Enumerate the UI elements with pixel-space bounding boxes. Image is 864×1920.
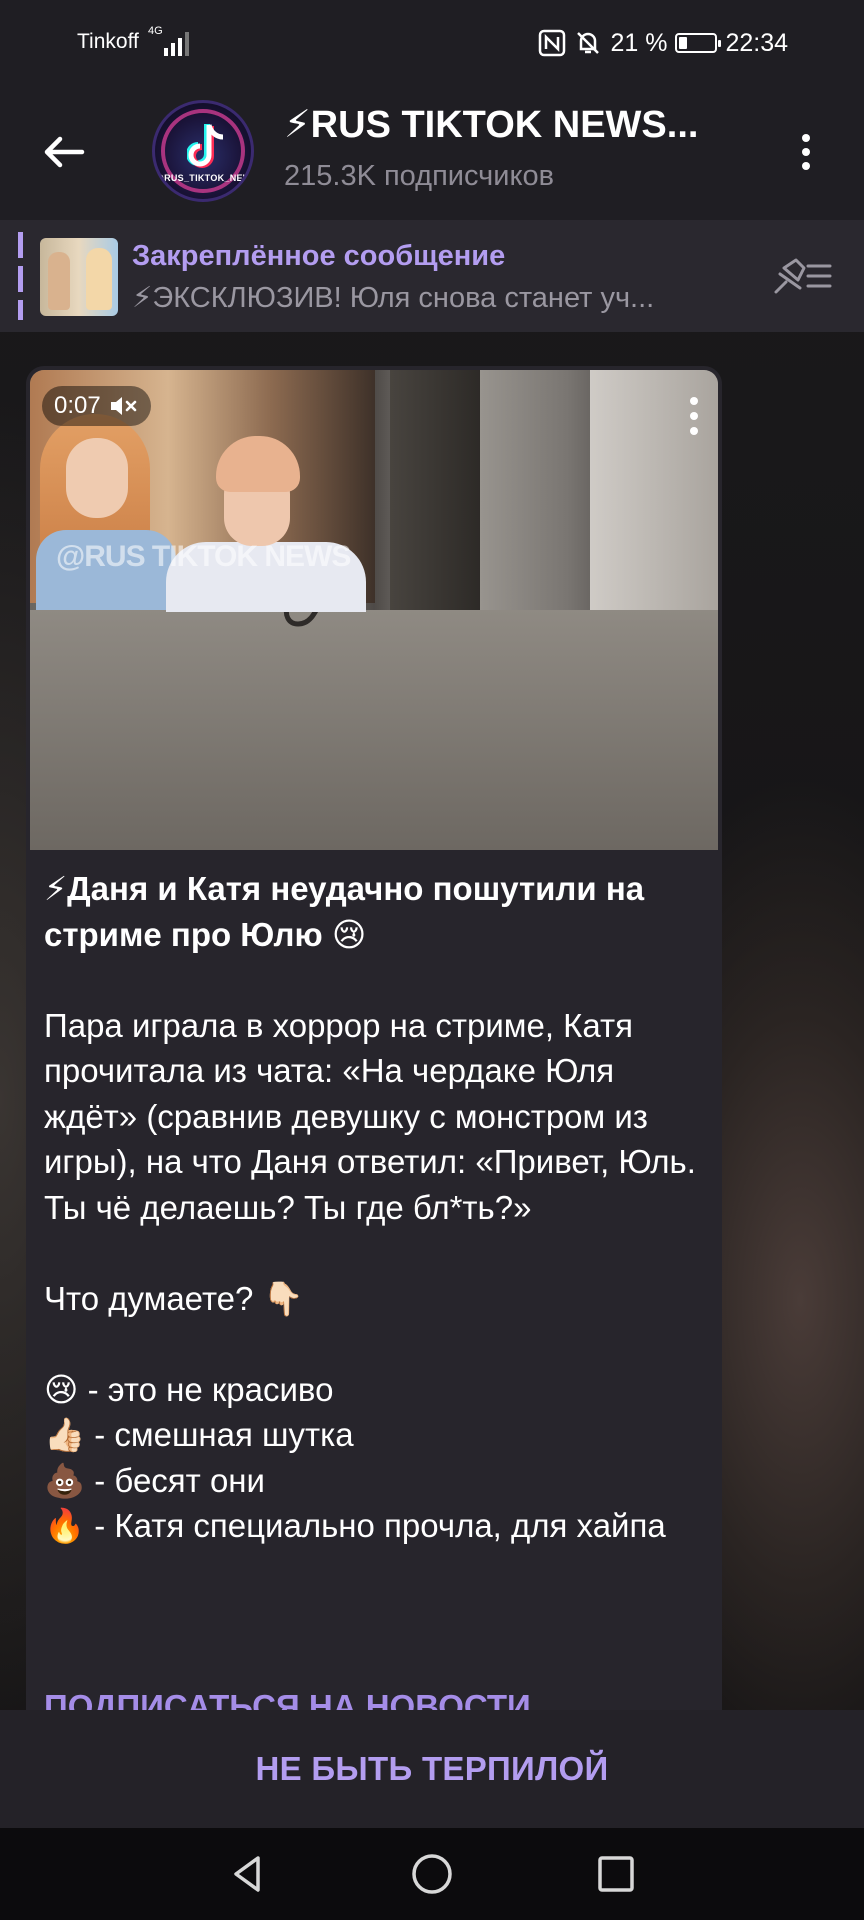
join-channel-button[interactable]: НЕ БЫТЬ ТЕРПИЛОЙ bbox=[0, 1710, 864, 1828]
nav-home-icon[interactable] bbox=[408, 1850, 456, 1898]
status-indicators: 21 % 22:34 bbox=[538, 26, 788, 60]
back-arrow-icon[interactable] bbox=[40, 128, 88, 176]
video-watermark: @RUS TIKTOK NEWS bbox=[56, 540, 351, 573]
battery-level bbox=[679, 37, 688, 49]
reaction-option: 😢 - это не красиво bbox=[44, 1370, 334, 1408]
muted-speaker-icon bbox=[110, 397, 137, 415]
message-question: Что думаете? 👇🏻 bbox=[44, 1279, 304, 1317]
nfc-icon bbox=[539, 29, 566, 57]
message-title: ⚡Даня и Катя неудачно пошутили на стриме… bbox=[44, 870, 645, 953]
avatar-caption: @RUS_TIKTOK_NEWS bbox=[155, 173, 254, 183]
message-body: Пара играла в хоррор на стриме, Катя про… bbox=[44, 1006, 696, 1226]
signal-icon bbox=[164, 32, 189, 56]
reaction-option: 💩 - бесят они bbox=[44, 1461, 265, 1499]
carrier-name: Tinkoff bbox=[77, 30, 139, 53]
pinned-indicator bbox=[18, 232, 23, 320]
reaction-option: 👍🏻 - смешная шутка bbox=[44, 1416, 354, 1453]
reaction-option: 🔥 - Катя специально прочла, для хайпа bbox=[44, 1507, 666, 1544]
system-navigation-bar bbox=[0, 1828, 864, 1920]
message-bubble: @RUS TIKTOK NEWS 0:07 ⚡Даня и Катя неуда… bbox=[26, 366, 722, 1710]
clock: 22:34 bbox=[725, 28, 788, 57]
channel-header: @RUS_TIKTOK_NEWS ⚡RUS TIKTOK NEWS... 215… bbox=[0, 84, 864, 220]
video-more-icon[interactable] bbox=[686, 394, 702, 438]
nav-back-icon[interactable] bbox=[224, 1850, 272, 1898]
status-bar: Tinkoff 4G 21 % 22:34 bbox=[0, 0, 864, 84]
pinned-text: ⚡ЭКСКЛЮЗИВ! Юля снова станет уч... bbox=[132, 282, 655, 314]
channel-action-bar: НЕ БЫТЬ ТЕРПИЛОЙ bbox=[0, 1710, 864, 1828]
subscriber-count: 215.3K подписчиков bbox=[284, 160, 555, 192]
more-vertical-icon[interactable] bbox=[790, 128, 822, 176]
pinned-thumbnail bbox=[40, 238, 118, 316]
video-duration-badge[interactable]: 0:07 bbox=[42, 386, 151, 426]
pin-list-icon[interactable] bbox=[770, 252, 834, 300]
battery-percent: 21 % bbox=[610, 28, 668, 57]
pinned-label: Закреплённое сообщение bbox=[132, 240, 506, 272]
nav-recents-icon[interactable] bbox=[594, 1852, 638, 1896]
network-type: 4G bbox=[148, 25, 163, 37]
subscribe-link[interactable]: ПОДПИСАТЬСЯ НА НОВОСТИ bbox=[44, 1688, 531, 1710]
battery-icon bbox=[675, 33, 722, 53]
channel-avatar[interactable]: @RUS_TIKTOK_NEWS bbox=[152, 100, 254, 202]
pinned-message-bar[interactable]: Закреплённое сообщение ⚡ЭКСКЛЮЗИВ! Юля с… bbox=[0, 220, 864, 332]
message-text: ⚡Даня и Катя неудачно пошутили на стриме… bbox=[44, 866, 704, 1549]
mute-bell-icon bbox=[577, 32, 600, 54]
video-duration: 0:07 bbox=[54, 392, 101, 419]
tiktok-logo-icon bbox=[187, 124, 224, 168]
channel-title[interactable]: ⚡RUS TIKTOK NEWS... bbox=[284, 102, 744, 147]
video-attachment[interactable]: @RUS TIKTOK NEWS 0:07 bbox=[30, 370, 718, 850]
